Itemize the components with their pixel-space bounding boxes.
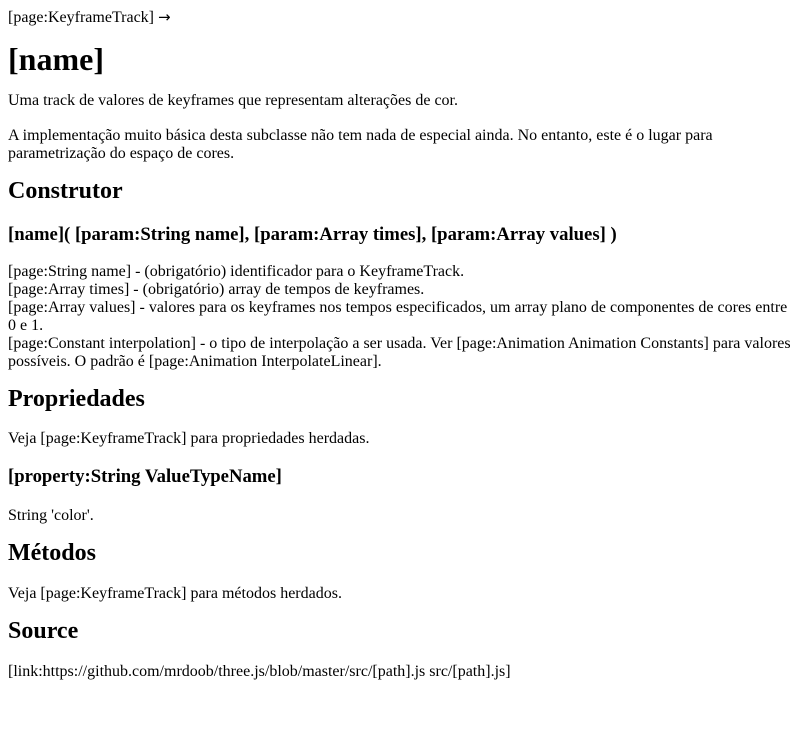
source-heading: Source [8,618,79,644]
properties-inherited-note: Veja [page:KeyframeTrack] para proprieda… [8,430,370,447]
methods-heading: Métodos [8,540,96,566]
property-description: String 'color'. [8,507,94,524]
constructor-signature: [name]( [param:String name], [param:Arra… [8,224,617,245]
param-values: [page:Array values] - valores para os ke… [8,299,788,334]
methods-inherited-note: Veja [page:KeyframeTrack] para métodos h… [8,585,342,602]
breadcrumb-link[interactable]: [page:KeyframeTrack] [8,9,154,26]
property-heading-valuetypename: [property:String ValueTypeName] [8,466,282,487]
document-page: [page:KeyframeTrack] → [name] Uma track … [0,0,800,681]
intro-paragraph: Uma track de valores de keyframes que re… [8,92,458,109]
param-name: [page:String name] - (obrigatório) ident… [8,263,465,280]
param-interpolation: [page:Constant interpolation] - o tipo d… [8,335,791,370]
arrow-right-icon: → [158,8,171,26]
implementation-note: A implementação muito básica desta subcl… [8,127,713,162]
constructor-heading: Construtor [8,178,123,204]
source-link[interactable]: [link:https://github.com/mrdoob/three.js… [8,663,792,681]
breadcrumb[interactable]: [page:KeyframeTrack] → [8,0,792,27]
param-times: [page:Array times] - (obrigatório) array… [8,281,425,298]
properties-heading: Propriedades [8,386,145,412]
page-title: [name] [8,41,104,77]
constructor-params: [page:String name] - (obrigatório) ident… [8,263,792,371]
